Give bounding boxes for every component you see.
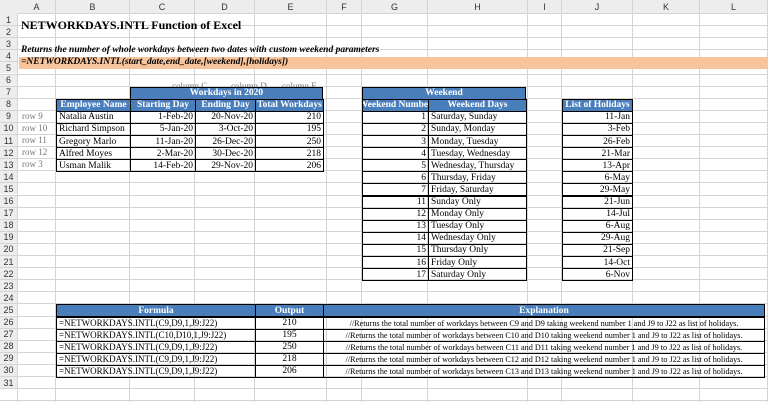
- column-header[interactable]: I: [528, 0, 561, 13]
- row-header[interactable]: 30: [0, 364, 17, 376]
- row-header[interactable]: 1: [0, 14, 17, 26]
- gridline-horizontal: [0, 73, 768, 75]
- row-header[interactable]: 28: [0, 340, 17, 352]
- function-description: Returns the number of whole workdays bet…: [21, 45, 380, 55]
- row-note: row 11: [22, 135, 47, 145]
- holiday-date-cell: 6-Nov: [562, 268, 633, 282]
- row-header[interactable]: 18: [0, 219, 17, 231]
- gridline-horizontal: [0, 37, 768, 39]
- gridline-horizontal: [0, 291, 768, 293]
- employee-value-cell: 206: [255, 159, 324, 173]
- row-header[interactable]: 12: [0, 147, 17, 159]
- explanation-cell: //Returns the total number of workdays b…: [323, 364, 765, 378]
- column-header[interactable]: K: [633, 0, 699, 13]
- gridline-horizontal: [0, 13, 768, 14]
- column-header[interactable]: C: [130, 0, 194, 13]
- column-header[interactable]: J: [562, 0, 632, 13]
- column-header[interactable]: D: [195, 0, 254, 13]
- row-header[interactable]: 17: [0, 207, 17, 219]
- column-header[interactable]: L: [700, 0, 767, 13]
- gridline-vertical: [17, 0, 18, 402]
- formula-cell: =NETWORKDAYS.INTL(C9,D9,1,J9:J22): [56, 364, 256, 378]
- row-note: row 3: [22, 159, 43, 170]
- row-header[interactable]: 21: [0, 256, 17, 268]
- output-cell: 206: [255, 364, 324, 378]
- row-header[interactable]: 11: [0, 135, 17, 147]
- row-note: row 10: [22, 122, 48, 133]
- employee-value-cell: 14-Feb-20: [130, 159, 196, 173]
- column-header[interactable]: E: [255, 0, 326, 13]
- row-header[interactable]: 8: [0, 98, 17, 110]
- row-header[interactable]: 29: [0, 352, 17, 364]
- column-header[interactable]: B: [56, 0, 129, 13]
- row-note: row 12: [22, 147, 48, 158]
- row-header[interactable]: 2: [0, 26, 17, 38]
- weekend-days-cell: Saturday Only: [428, 268, 527, 282]
- column-header[interactable]: A: [18, 0, 55, 13]
- row-header[interactable]: 27: [0, 328, 17, 340]
- weekend-number-cell: 17: [362, 268, 429, 282]
- row-header[interactable]: 5: [0, 62, 17, 74]
- column-header[interactable]: H: [428, 0, 527, 13]
- row-header[interactable]: 6: [0, 74, 17, 86]
- row-header[interactable]: 15: [0, 183, 17, 195]
- gridline-horizontal: [0, 388, 768, 390]
- row-header[interactable]: 7: [0, 86, 17, 98]
- row-header[interactable]: 10: [0, 122, 17, 134]
- row-header[interactable]: 23: [0, 280, 17, 292]
- row-header[interactable]: 4: [0, 50, 17, 62]
- sheet-title: NETWORKDAYS.INTL Function of Excel: [21, 18, 242, 32]
- select-all-corner[interactable]: [0, 0, 18, 14]
- row-header[interactable]: 22: [0, 268, 17, 280]
- row-header[interactable]: 3: [0, 38, 17, 50]
- row-header[interactable]: 16: [0, 195, 17, 207]
- employee-value-cell: 29-Nov-20: [195, 159, 256, 173]
- row-header[interactable]: 25: [0, 304, 17, 316]
- row-header[interactable]: 20: [0, 243, 17, 255]
- row-note: row 9: [22, 110, 43, 121]
- syntax-text: =NETWORKDAYS.INTL(start_date,end_date,[w…: [21, 57, 289, 67]
- gridline-horizontal: [0, 400, 768, 402]
- row-header[interactable]: 31: [0, 377, 17, 389]
- column-header[interactable]: G: [362, 0, 427, 13]
- row-header[interactable]: 26: [0, 316, 17, 328]
- row-header[interactable]: 24: [0, 292, 17, 304]
- employee-name-cell: Usman Malik: [56, 159, 131, 173]
- row-header[interactable]: 9: [0, 110, 17, 122]
- column-header[interactable]: F: [327, 0, 361, 13]
- row-header[interactable]: 14: [0, 171, 17, 183]
- row-header[interactable]: 13: [0, 159, 17, 171]
- row-header[interactable]: 19: [0, 231, 17, 243]
